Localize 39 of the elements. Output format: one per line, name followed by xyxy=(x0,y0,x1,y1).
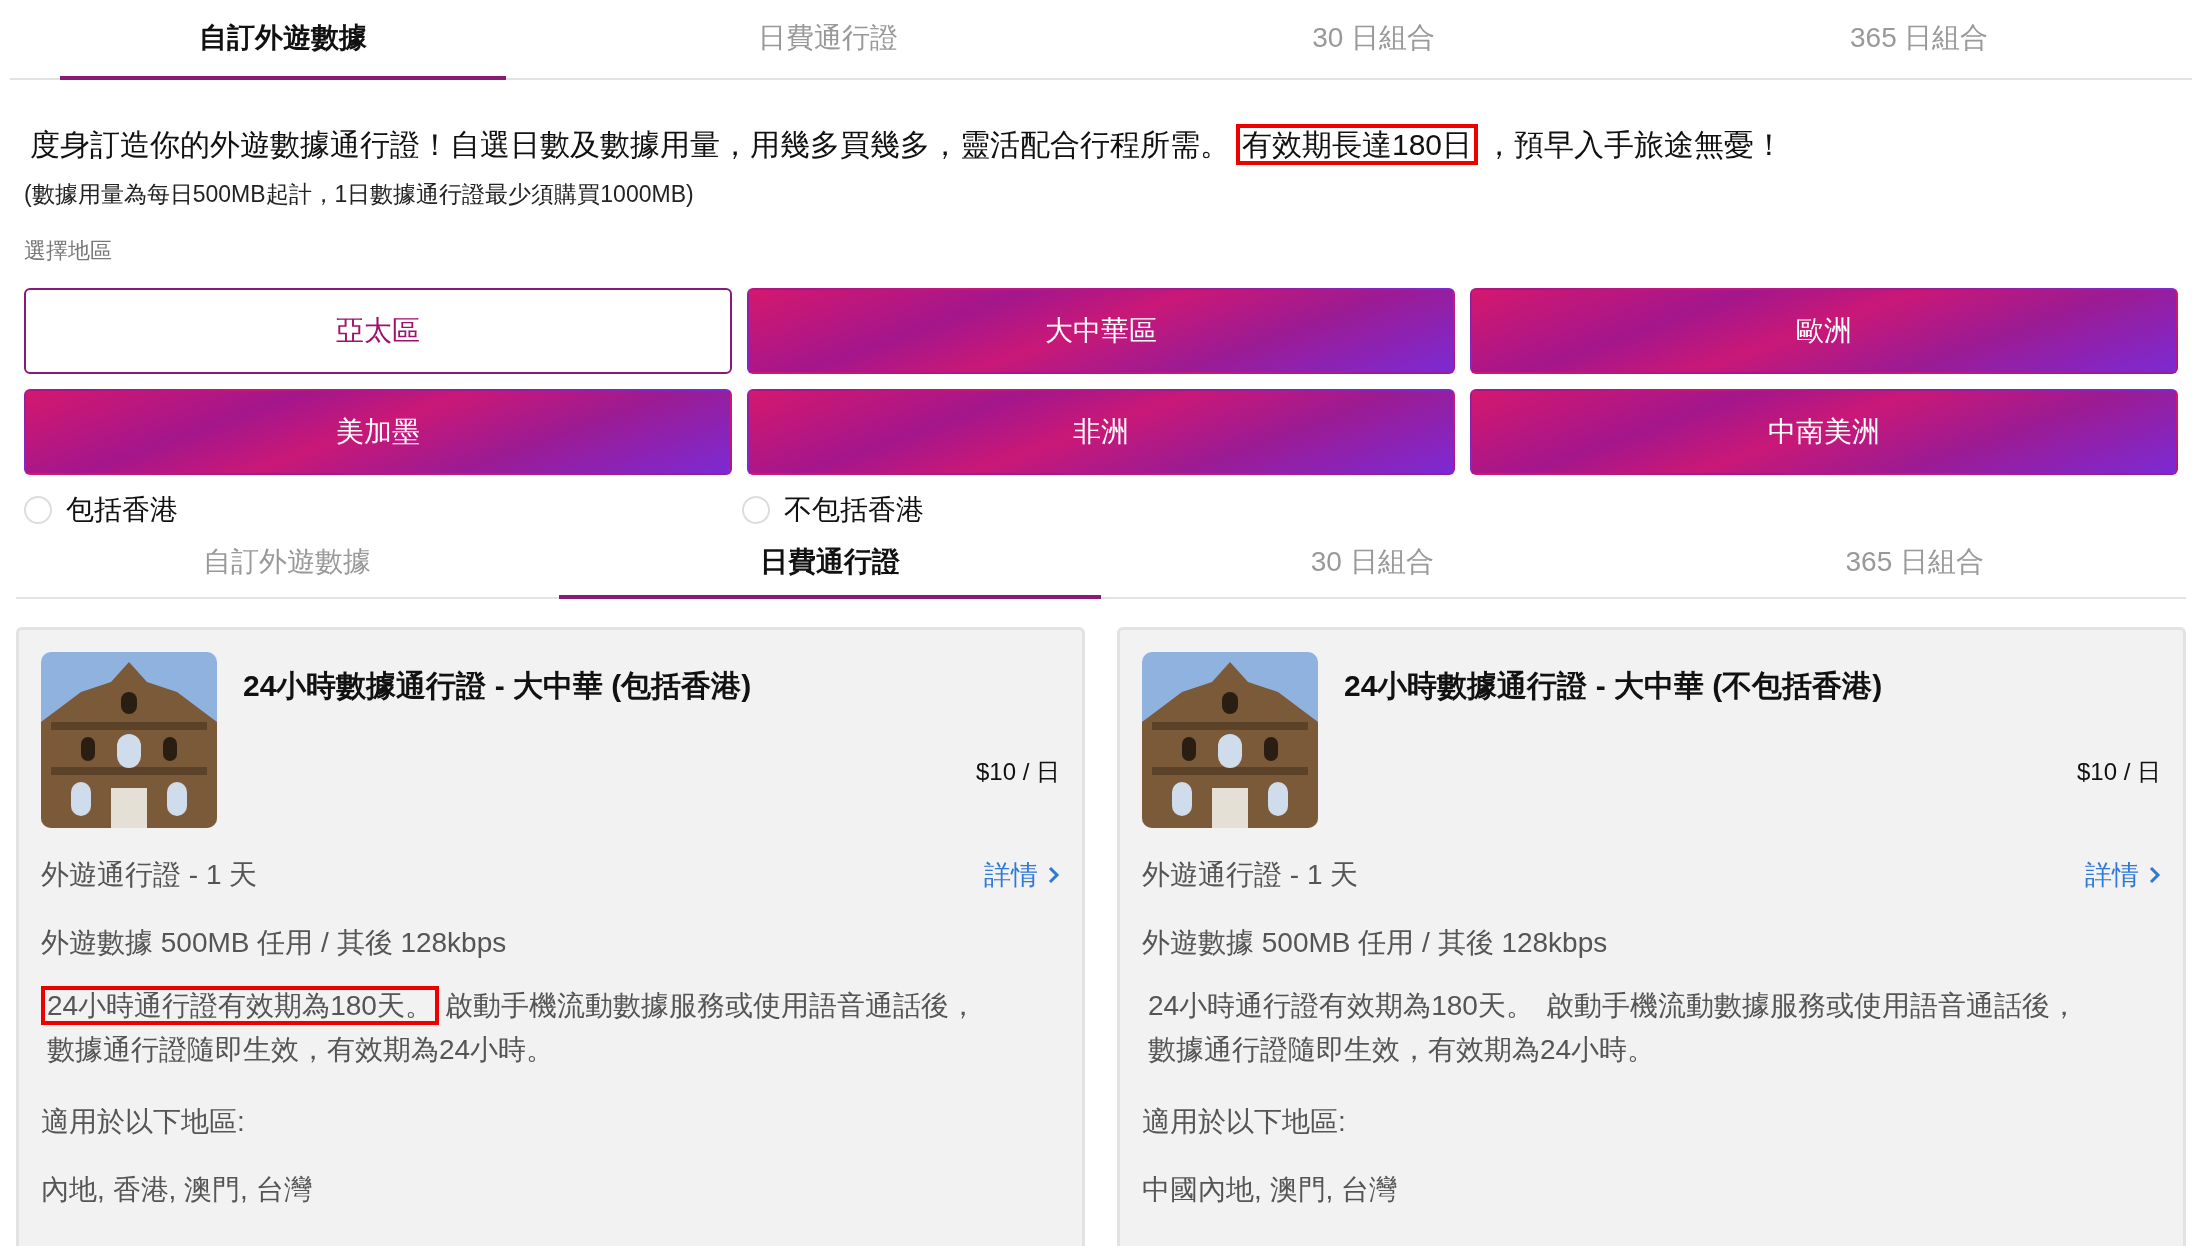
pass-duration: 外遊通行證 - 1 天 xyxy=(1142,858,1359,892)
tab[interactable]: 日費通行證 xyxy=(605,0,1051,80)
plan-description: 24小時通行證有效期為180天。 啟動手機流動數據服務或使用語音通話後，數據通行證隨即生效，有效期為24小時。 xyxy=(41,983,1060,1074)
tab[interactable]: 365 日組合 xyxy=(1643,529,2186,599)
chevron-right-icon xyxy=(2149,864,2161,885)
details-link[interactable]: 詳情 xyxy=(2085,856,2161,893)
details-link[interactable]: 詳情 xyxy=(984,856,1060,893)
usage-note: (數據用量為每日500MB起計，1日數據通行證最少須購買1000MB) xyxy=(24,180,695,209)
tab[interactable]: 自訂外遊數據 xyxy=(60,0,506,80)
radio-button[interactable] xyxy=(742,496,770,524)
plan-price: $10 / 日 xyxy=(2076,757,2161,787)
plan-price: $10 / 日 xyxy=(975,757,1060,787)
radio-label: 不包括香港 xyxy=(784,493,924,527)
data-allowance: 外遊數據 500MB 任用 / 其後 128kbps xyxy=(1142,925,1609,960)
chevron-right-icon xyxy=(1048,864,1060,885)
areas-list: 內地, 香港, 澳門, 台灣 xyxy=(41,1171,1060,1209)
plan-title: 24小時數據通行證 - 大中華 (包括香港) xyxy=(243,668,753,704)
region-label: 選擇地區 xyxy=(24,237,113,265)
region-button[interactable]: 大中華區 xyxy=(747,288,1455,374)
areas-label: 適用於以下地區: xyxy=(41,1105,246,1140)
region-button[interactable]: 非洲 xyxy=(747,389,1455,475)
tab[interactable]: 日費通行證 xyxy=(558,529,1101,599)
radio-button[interactable] xyxy=(24,496,52,524)
plan-title: 24小時數據通行證 - 大中華 (不包括香港) xyxy=(1344,668,1884,704)
pass-duration: 外遊通行證 - 1 天 xyxy=(41,858,258,892)
tab[interactable]: 365 日組合 xyxy=(1696,0,2142,80)
tab[interactable]: 自訂外遊數據 xyxy=(16,529,559,599)
plan-description: 24小時通行證有效期為180天。 啟動手機流動數據服務或使用語音通話後，數據通行證隨即生效，有效期為24小時。 xyxy=(1147,988,2079,1068)
region-button[interactable]: 美加墨 xyxy=(24,389,732,475)
data-allowance: 外遊數據 500MB 任用 / 其後 128kbps xyxy=(41,925,508,960)
areas-list: 中國內地, 澳門, 台灣 xyxy=(1142,1171,2161,1209)
areas-label: 適用於以下地區: xyxy=(1142,1105,1347,1140)
region-button[interactable]: 亞太區 xyxy=(24,288,732,374)
tab[interactable]: 30 日組合 xyxy=(1101,529,1644,599)
tab[interactable]: 30 日組合 xyxy=(1151,0,1597,80)
radio-label: 包括香港 xyxy=(66,493,178,527)
region-button[interactable]: 歐洲 xyxy=(1470,288,2178,374)
region-button[interactable]: 中南美洲 xyxy=(1470,389,2178,475)
intro-text: 度身訂造你的外遊數據通行證！自選日數及數據用量，用幾多買幾多，靈活配合行程所需。 有效期長達180日 ，預早入手旅途無憂！ xyxy=(24,122,2178,167)
